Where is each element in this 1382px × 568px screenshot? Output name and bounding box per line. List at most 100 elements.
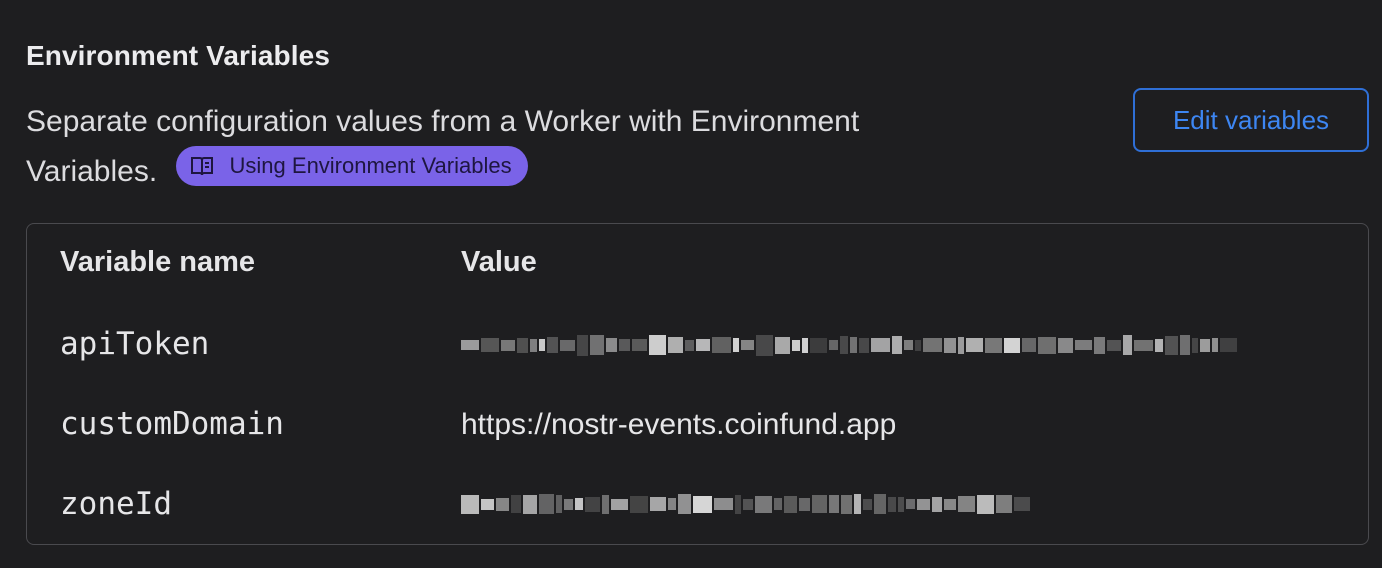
redaction-block [735,494,741,514]
redaction-block [511,495,521,513]
redaction-block [649,335,666,355]
redaction-block [461,494,479,514]
redaction-block [1212,338,1218,352]
redaction-block [678,494,691,514]
redaction-block [712,337,731,353]
redaction-block [854,494,861,514]
redaction-block [915,339,921,351]
redaction-block [539,494,554,514]
redaction-block [714,498,733,510]
column-header-value: Value [461,246,537,278]
redaction-block [560,339,575,351]
redaction-block [523,494,537,514]
redaction-block [1014,497,1030,511]
redaction-block [539,339,545,351]
redaction-block [906,499,915,509]
redaction-block [696,339,710,351]
redaction-block [530,338,537,352]
redaction-block [1004,337,1020,353]
redaction-block [892,336,902,354]
docs-link-label: Using Environment Variables [229,153,512,178]
redaction-block [461,340,479,350]
redaction-block [985,337,1002,353]
redaction-block [917,498,930,510]
redaction-block [958,496,975,512]
redaction-block [841,494,852,514]
redaction-block [802,337,808,353]
redaction-block [585,496,600,512]
redaction-block [1075,340,1092,350]
redaction-block [481,338,499,352]
redaction-block [859,337,869,353]
redaction-block [630,495,648,513]
redacted-value-apitoken [461,331,1239,359]
redaction-block [1123,335,1132,355]
row-name-zoneid: zoneId [60,486,172,522]
redaction-block [743,498,753,510]
redaction-block [840,336,848,354]
redaction-block [1220,338,1237,352]
redaction-block [741,340,754,350]
redaction-block [1155,338,1163,352]
redaction-block [874,494,886,514]
redaction-block [775,336,790,354]
redaction-block [602,494,609,514]
environment-variables-section: Environment Variables Separate configura… [0,0,1382,568]
row-value-customdomain: https://nostr-events.coinfund.app [461,408,897,441]
redaction-block [958,336,964,354]
redaction-block [501,339,515,351]
redaction-block [1200,338,1210,352]
redaction-block [575,498,583,510]
redaction-block [1058,337,1073,353]
row-name-apitoken: apiToken [60,326,210,362]
redaction-block [904,340,913,350]
section-description: Separate configuration values from a Wor… [26,98,986,196]
redaction-block [871,338,890,352]
redaction-block [1134,339,1153,351]
redaction-block [1038,336,1056,354]
redaction-block [932,496,942,512]
redaction-block [996,495,1012,513]
docs-link-using-environment-variables[interactable]: Using Environment Variables [175,146,528,186]
redaction-block [632,339,647,351]
redaction-block [517,337,528,353]
redaction-block [564,498,573,510]
redaction-block [590,335,604,355]
redaction-block [944,337,956,353]
redaction-block [547,337,558,353]
redaction-block [850,337,857,353]
redaction-block [619,339,630,351]
redaction-block [650,497,666,511]
redaction-block [1180,335,1190,355]
redacted-value-zoneid [461,490,1032,518]
redaction-block [756,334,773,356]
redaction-block [810,337,827,353]
redaction-block [944,498,956,510]
redaction-block [829,495,839,513]
section-title: Environment Variables [26,40,330,71]
redaction-block [1107,339,1121,351]
redaction-block [863,498,872,510]
redaction-block [799,497,810,511]
edit-variables-button[interactable]: Edit variables [1133,88,1369,152]
redaction-block [966,338,983,352]
redaction-block [577,334,588,356]
redaction-block [898,496,904,512]
book-icon [190,157,213,176]
redaction-block [496,497,509,511]
redaction-block [1022,338,1036,352]
redaction-block [556,495,562,513]
redaction-block [668,337,683,353]
redaction-block [606,338,617,352]
redaction-block [755,495,772,513]
redaction-block [923,338,942,352]
redaction-block [1192,337,1198,353]
redaction-block [668,498,676,510]
column-header-variable-name: Variable name [60,246,256,278]
redaction-block [611,498,628,510]
redaction-block [774,498,782,510]
redaction-block [829,340,838,350]
redaction-block [693,495,712,513]
redaction-block [1165,335,1178,355]
redaction-block [733,338,739,352]
